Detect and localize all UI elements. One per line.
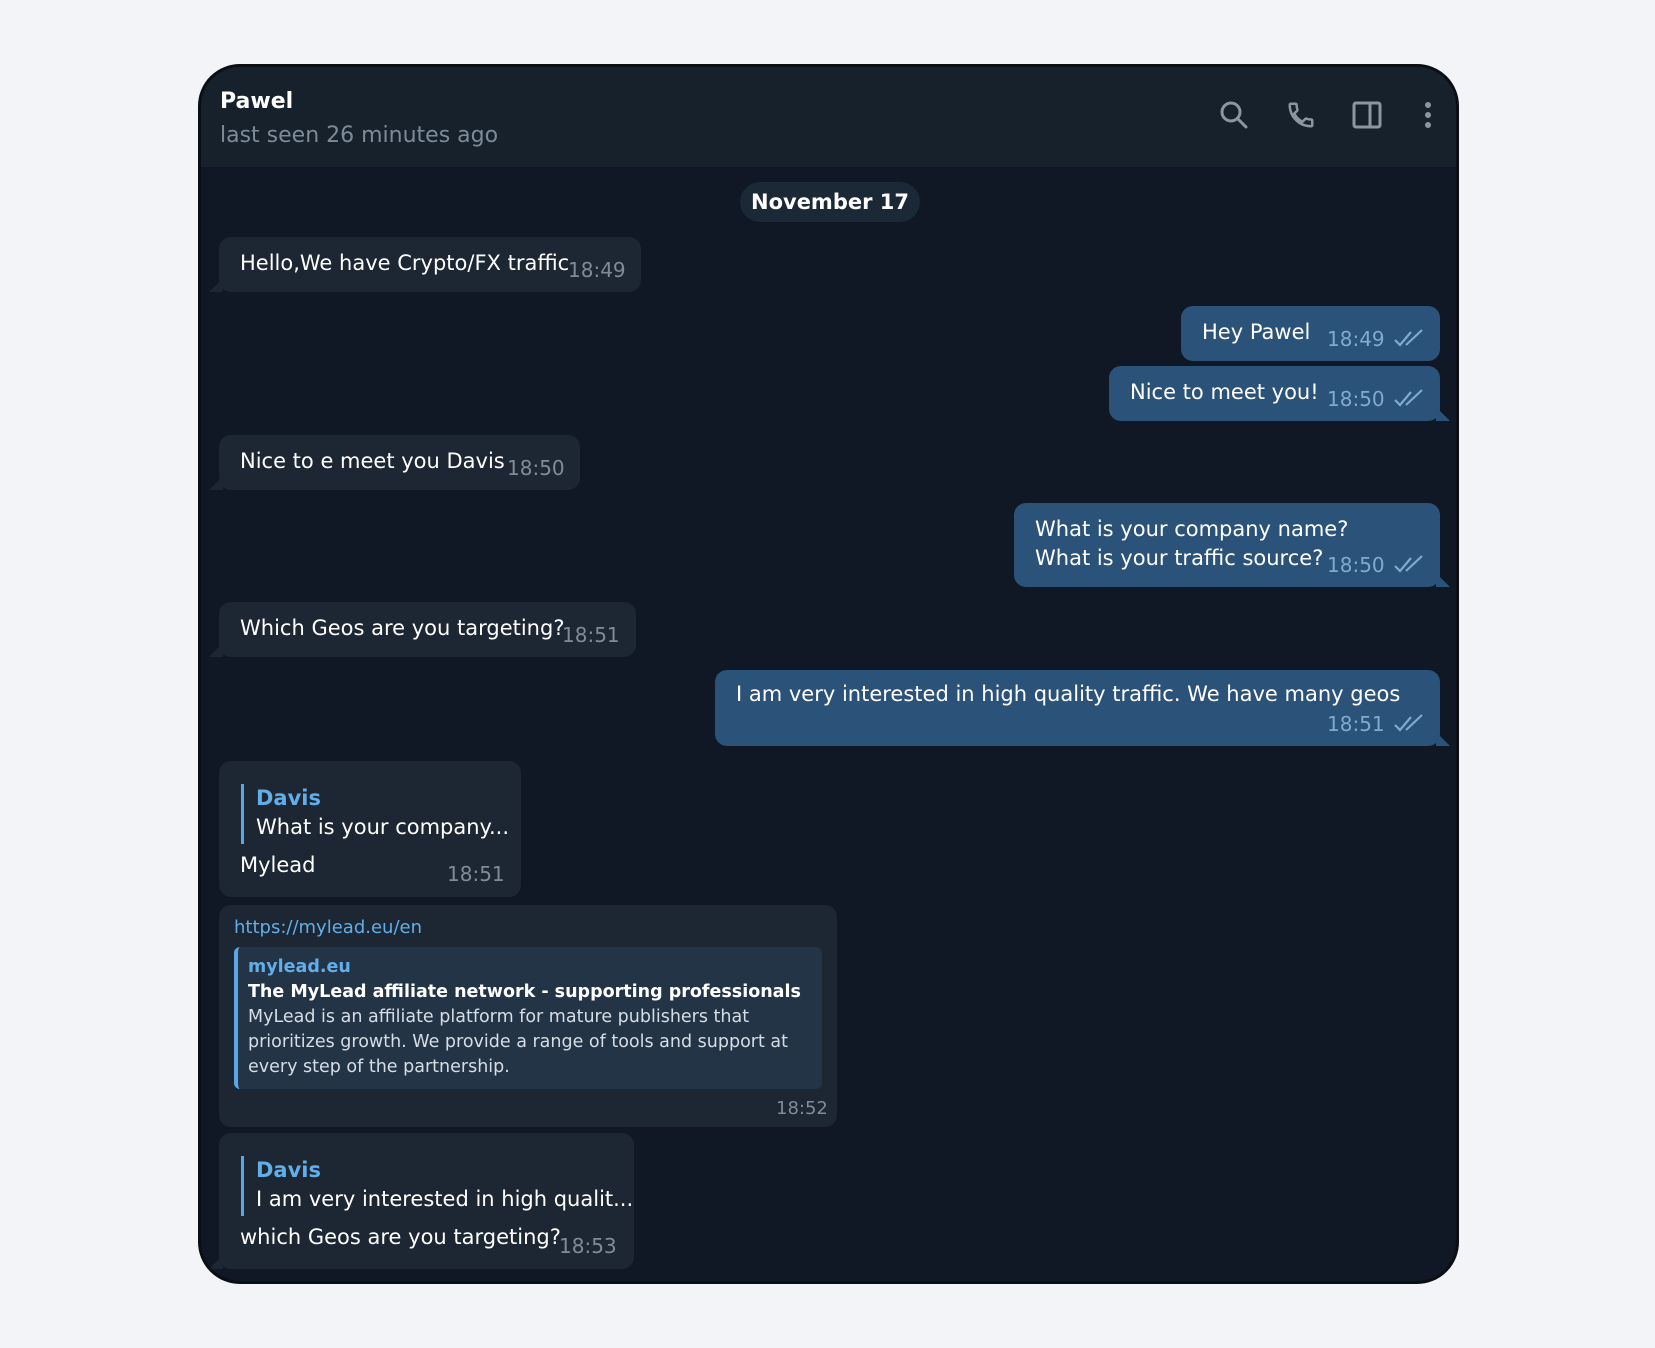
double-check-icon xyxy=(1394,714,1423,732)
message-text: Mylead xyxy=(240,853,316,877)
message-bubble-outgoing[interactable]: What is your company name? What is your … xyxy=(1014,503,1450,587)
preview-description-line: MyLead is an affiliate platform for matu… xyxy=(248,1007,750,1027)
contact-name[interactable]: Pawel xyxy=(220,89,293,114)
reply-author: Davis xyxy=(256,786,321,810)
message-text: Nice to meet you! xyxy=(1130,380,1319,404)
message-bubble-incoming-reply[interactable]: Davis What is your company... Mylead 18:… xyxy=(219,761,521,897)
preview-title: The MyLead affiliate network - supportin… xyxy=(248,982,801,1002)
bubble-tail xyxy=(209,1255,223,1269)
message-bubble-incoming[interactable]: Hello,We have Crypto/FX traffic 18:49 xyxy=(209,237,641,292)
chat-header: Pawel last seen 26 minutes ago xyxy=(201,67,1456,167)
preview-description-line: every step of the partnership. xyxy=(248,1057,510,1077)
message-bubble-incoming[interactable]: Nice to e meet you Davis 18:50 xyxy=(209,435,580,490)
message-time: 18:52 xyxy=(776,1098,828,1119)
message-time: 18:50 xyxy=(507,456,565,480)
chat-window: Pawel last seen 26 minutes ago November … xyxy=(198,64,1459,1284)
bubble-tail xyxy=(209,278,223,292)
message-time: 18:53 xyxy=(559,1234,617,1258)
bubble-tail xyxy=(1436,573,1450,587)
message-time: 18:50 xyxy=(1327,553,1385,577)
message-time: 18:51 xyxy=(562,623,620,647)
preview-site-name: mylead.eu xyxy=(248,957,351,977)
message-bubble-outgoing[interactable]: Nice to meet you! 18:50 xyxy=(1109,366,1450,421)
message-text-line: What is your traffic source? xyxy=(1035,546,1324,570)
double-check-icon xyxy=(1394,555,1423,573)
message-bubble-outgoing[interactable]: I am very interested in high quality tra… xyxy=(715,670,1450,746)
message-text: Nice to e meet you Davis xyxy=(240,449,505,473)
message-text: which Geos are you targeting? xyxy=(240,1225,561,1249)
contact-status: last seen 26 minutes ago xyxy=(220,123,499,148)
reply-snippet: I am very interested in high qualit... xyxy=(256,1187,634,1211)
message-text-line: What is your company name? xyxy=(1035,517,1349,541)
reply-snippet: What is your company... xyxy=(256,815,510,839)
message-link[interactable]: https://mylead.eu/en xyxy=(234,917,422,938)
date-separator: November 17 xyxy=(740,182,920,222)
message-time: 18:49 xyxy=(1327,327,1385,351)
message-bubble-outgoing[interactable]: Hey Pawel 18:49 xyxy=(1181,306,1440,361)
message-bubble-incoming-reply[interactable]: Davis I am very interested in high quali… xyxy=(209,1133,634,1269)
reply-author: Davis xyxy=(256,1158,321,1182)
reply-quote[interactable]: Davis I am very interested in high quali… xyxy=(241,1156,633,1216)
message-time: 18:49 xyxy=(568,258,626,282)
double-check-icon xyxy=(1394,389,1423,407)
search-icon[interactable] xyxy=(1216,97,1252,133)
bubble-tail xyxy=(1436,407,1450,421)
message-text: I am very interested in high quality tra… xyxy=(736,682,1401,706)
double-check-icon xyxy=(1394,329,1423,347)
more-vertical-icon[interactable] xyxy=(1410,97,1446,133)
sidebar-toggle-icon[interactable] xyxy=(1349,97,1385,133)
message-time: 18:51 xyxy=(1327,712,1385,736)
message-time: 18:51 xyxy=(447,862,505,886)
preview-description-line: prioritizes growth. We provide a range o… xyxy=(248,1032,788,1052)
message-bubble-link-preview[interactable]: https://mylead.eu/en mylead.eu The MyLea… xyxy=(219,905,837,1127)
phone-icon[interactable] xyxy=(1283,97,1319,133)
message-bubble-incoming[interactable]: Which Geos are you targeting? 18:51 xyxy=(209,602,636,657)
bubble-tail xyxy=(1436,732,1450,746)
message-time: 18:50 xyxy=(1327,387,1385,411)
bubble-tail xyxy=(209,643,223,657)
link-preview-card[interactable]: mylead.eu The MyLead affiliate network -… xyxy=(234,947,822,1089)
message-text: Which Geos are you targeting? xyxy=(240,616,565,640)
reply-quote[interactable]: Davis What is your company... xyxy=(241,784,509,844)
bubble-tail xyxy=(209,476,223,490)
message-text: Hey Pawel xyxy=(1202,320,1311,344)
message-text: Hello,We have Crypto/FX traffic xyxy=(240,251,570,275)
